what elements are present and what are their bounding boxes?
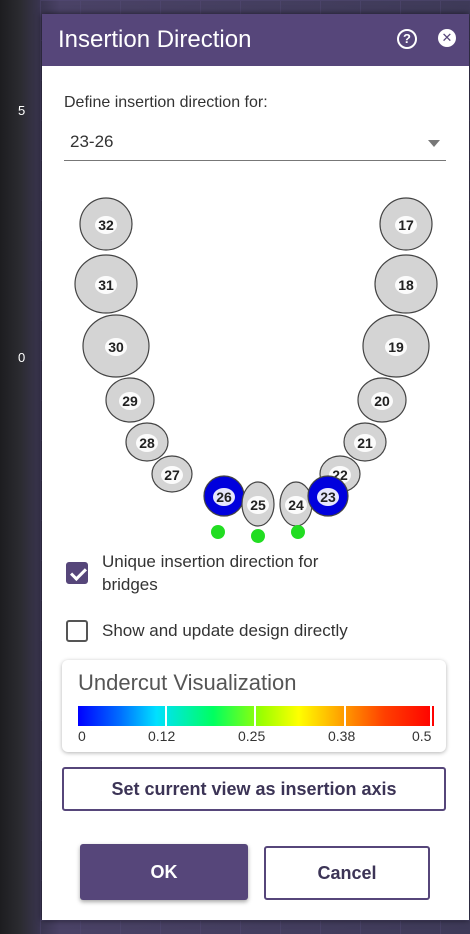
tooth-number: 30	[108, 339, 124, 355]
tooth-chart: 32313029282717181920212226 25 24 23	[74, 197, 438, 543]
undercut-visualization-panel: Undercut Visualization 0 0.12 0.25 0.38 …	[62, 660, 446, 752]
tooth-number: 19	[388, 339, 404, 355]
tooth-number: 32	[98, 217, 114, 233]
cancel-button[interactable]: Cancel	[264, 846, 430, 900]
dialog-title: Insertion Direction	[58, 26, 252, 53]
tooth-number: 26	[216, 489, 232, 505]
insertion-marker-dot	[211, 525, 225, 539]
tooth-range-select[interactable]: 23-26	[64, 128, 446, 161]
tooth-number: 20	[374, 393, 390, 409]
tooth-number: 21	[357, 435, 373, 451]
scale-tick	[165, 706, 167, 726]
axis-number: 5	[18, 103, 26, 118]
help-icon[interactable]: ?	[397, 29, 417, 49]
ok-button[interactable]: OK	[80, 844, 248, 900]
scale-tick	[344, 706, 346, 726]
tooth-number: 17	[398, 217, 414, 233]
tooth-number: 31	[98, 277, 114, 293]
unique-bridges-checkbox[interactable]	[66, 562, 88, 584]
chevron-down-icon[interactable]	[428, 140, 440, 147]
undercut-title: Undercut Visualization	[78, 670, 297, 695]
insertion-direction-dialog: Insertion Direction ? ✕ Define insertion…	[42, 14, 469, 920]
dialog-titlebar: Insertion Direction ? ✕	[42, 14, 469, 66]
tooth-number: 29	[122, 393, 138, 409]
tooth-number: 25	[250, 497, 266, 513]
scale-tick	[430, 706, 432, 726]
show-update-label: Show and update design directly	[102, 621, 348, 640]
select-value: 23-26	[70, 132, 114, 151]
close-icon[interactable]: ✕	[438, 29, 456, 47]
insertion-marker-dot	[251, 529, 265, 543]
tooth-number: 28	[139, 435, 155, 451]
set-insertion-axis-button[interactable]: Set current view as insertion axis	[62, 767, 446, 811]
scale-label: 0.12	[148, 728, 176, 744]
define-label: Define insertion direction for:	[64, 94, 268, 111]
axis-number: 0	[18, 350, 26, 365]
scale-label: 0.38	[328, 728, 356, 744]
show-update-checkbox[interactable]	[66, 620, 88, 642]
insertion-marker-dot	[291, 525, 305, 539]
scale-label: 0	[78, 728, 86, 744]
scale-label: 0.5	[412, 728, 432, 744]
tooth-number: 23	[320, 489, 336, 505]
tooth-number: 24	[288, 497, 304, 513]
unique-bridges-label: Unique insertion direction for bridges	[102, 552, 319, 594]
tooth-number: 18	[398, 277, 414, 293]
undercut-color-scale	[78, 706, 434, 726]
scale-tick	[254, 706, 256, 726]
scale-label: 0.25	[238, 728, 266, 744]
tooth-number: 27	[164, 467, 180, 483]
